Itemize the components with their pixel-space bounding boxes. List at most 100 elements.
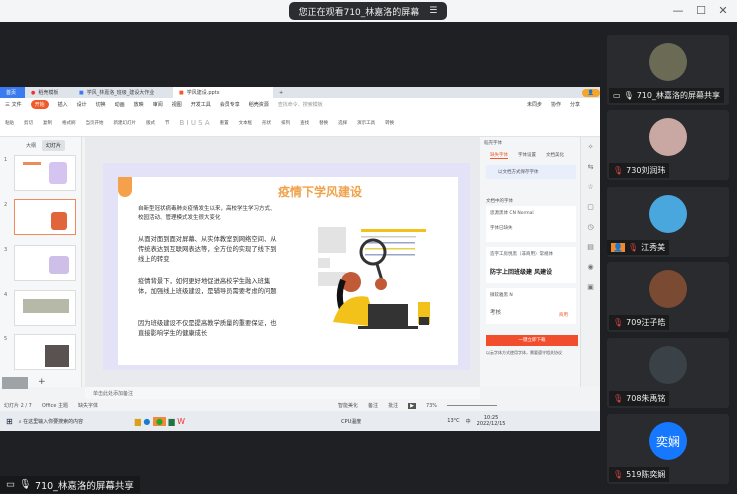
participant-tile[interactable]: 🎙 708朱禹铭 <box>607 338 729 408</box>
participant-tile[interactable]: ▭ 🎙 710_林嘉洛的屏幕共享 <box>607 35 729 105</box>
mic-muted-icon: 🎙 <box>613 166 624 175</box>
menu-icon[interactable]: ☰ <box>429 6 437 16</box>
theme-name: Office 主题 <box>41 403 69 409</box>
taskbar-app-icons[interactable]: ▆ ● ● ▆ W <box>135 416 185 426</box>
add-slide-button[interactable]: + <box>38 377 46 387</box>
slide-paragraph[interactable]: 从面对面到面对屏幕、从实体教室到网络空间、从传统表达到互联网表达等，全方位的实现… <box>138 235 278 265</box>
replace-button[interactable]: 替换 <box>319 120 328 126</box>
windows-start-icon[interactable]: ⊞ <box>6 417 13 426</box>
slide-thumbnail-selected[interactable] <box>14 199 76 235</box>
participant-tile[interactable]: 🎙 709汪子皓 <box>607 262 729 332</box>
menu-design[interactable]: 设计 <box>77 101 87 108</box>
avatar <box>649 118 687 156</box>
sharing-notice[interactable]: 您正在观看710_林嘉洛的屏幕 ☰ <box>289 2 447 20</box>
slides-tab[interactable]: 幻灯片 <box>42 140 66 151</box>
arrange-button[interactable]: 排列 <box>281 120 290 126</box>
menu-docer[interactable]: 稻壳资源 <box>249 101 269 108</box>
tab-pptx[interactable]: ■ 学风建设.pptx <box>173 87 273 98</box>
slide-paragraph[interactable]: 疫情背景下，如何更好地促进高校学生融入班集体，加强线上班级建设，是辅导员需要考虑… <box>138 277 278 297</box>
select-button[interactable]: 选择 <box>338 120 347 126</box>
cut-button[interactable]: 剪切 <box>24 120 33 126</box>
thumbnail-toggle[interactable] <box>2 377 28 389</box>
sync-status[interactable]: 未同步 <box>527 101 542 108</box>
font-item[interactable]: 微软雅黑 N 考核 商用 <box>486 288 576 324</box>
textbox-button[interactable]: 文本框 <box>239 120 253 126</box>
host-badge-icon: 👤 <box>611 243 625 252</box>
slide-paragraph[interactable]: 因为班级建设不仅是提高教学质量的重要保证，也直接影响学生的健康成长 <box>138 319 278 339</box>
menu-member[interactable]: 会员专享 <box>220 101 240 108</box>
new-slide-button[interactable]: 新建幻灯片 <box>114 120 137 126</box>
layout-button[interactable]: 版式 <box>146 120 155 126</box>
download-fonts-button[interactable]: 一键立即下载 <box>486 335 578 346</box>
tab-doc-beautify[interactable]: 文档美化 <box>546 152 564 158</box>
beautify-button[interactable]: 智能美化 <box>338 402 358 409</box>
copy-button[interactable]: 复制 <box>43 120 52 126</box>
status-bar: 幻灯片 2 / 7 Office 主题 缺失字体 智能美化 备注 批注 ▶ 73… <box>0 400 600 411</box>
slide-thumbnail[interactable] <box>14 245 76 281</box>
zoom-level[interactable]: 73% <box>426 403 437 409</box>
convert-button[interactable]: 转换 <box>385 120 394 126</box>
menu-transition[interactable]: 切换 <box>96 101 106 108</box>
menu-home[interactable]: 开始 <box>30 99 49 109</box>
illustration-magnifier-person <box>318 227 430 329</box>
font-item[interactable]: 造字工房悦黑（非商用）常规体 防字上回班级建 风建设 <box>486 247 576 283</box>
section-button[interactable]: 节 <box>165 120 170 126</box>
avatar <box>649 195 687 233</box>
zoom-slider[interactable] <box>447 405 498 406</box>
weather[interactable]: 13°C <box>447 418 459 424</box>
new-tab-button[interactable]: + <box>273 87 289 98</box>
menu-slideshow[interactable]: 放映 <box>134 101 144 108</box>
collaborate-button[interactable]: 协作 <box>551 101 561 108</box>
font-bold-italic[interactable]: B I U S A <box>180 119 210 127</box>
outline-tab[interactable]: 大纲 <box>26 142 36 149</box>
missing-font-link[interactable]: 缺失字体 <box>78 402 98 409</box>
maximize-button[interactable]: ☐ <box>693 4 709 17</box>
notes-toggle[interactable]: 备注 <box>368 402 378 409</box>
slide-paragraph[interactable]: 自新型冠状病毒肺炎疫情发生以来，高校学生学习方式、校园活动、管理模式发生很大变化 <box>138 205 278 223</box>
menu-developer[interactable]: 开发工具 <box>191 101 211 108</box>
sharing-notice-text: 您正在观看710_林嘉洛的屏幕 <box>298 7 420 18</box>
menu-insert[interactable]: 插入 <box>58 101 68 108</box>
comments-toggle[interactable]: 批注 <box>388 402 398 409</box>
menu-file[interactable]: 三 文件 <box>5 101 22 108</box>
menu-review[interactable]: 审阅 <box>153 101 163 108</box>
tab-font-settings[interactable]: 字体设置 <box>518 152 536 158</box>
tab-document[interactable]: ■ 学风_林嘉洛_班级_建设大作业 <box>73 87 173 98</box>
tab-missing-fonts[interactable]: 缺失字体 <box>490 152 508 159</box>
font-item[interactable]: 思源黑体 CN Normal 字体已缺失 <box>486 206 576 242</box>
shape-button[interactable]: 形状 <box>262 120 271 126</box>
participant-tile[interactable]: 🎙 730刘润玮 <box>607 110 729 180</box>
play-from-current-button[interactable]: 当页开始 <box>86 120 104 126</box>
slide-thumbnail[interactable] <box>14 334 76 370</box>
paste-button[interactable]: 粘贴 <box>5 120 14 126</box>
slide-thumbnail[interactable] <box>14 290 76 326</box>
close-button[interactable]: ✕ <box>715 4 731 17</box>
slide-canvas[interactable]: 疫情下学风建设 自新型冠状病毒肺炎疫情发生以来，高校学生学习方式、校园活动、管理… <box>103 163 470 370</box>
menu-animation[interactable]: 动画 <box>115 101 125 108</box>
command-search[interactable]: 查找命令、搜索模板 <box>278 101 323 108</box>
tab-home[interactable]: 首页 <box>0 87 25 98</box>
reset-button[interactable]: 重置 <box>220 120 229 126</box>
login-button[interactable]: 👤 <box>581 88 600 97</box>
search-box[interactable]: ⌕ 在这里输入你要搜索的内容 <box>19 418 129 425</box>
participant-tile[interactable]: 奕娴 🎙 519陈奕娴 <box>607 414 729 484</box>
ime-indicator[interactable]: 中 <box>466 418 471 425</box>
participant-label: ▭ 🎙 710_林嘉洛的屏幕共享 <box>609 88 724 103</box>
tab-templates[interactable]: ● 稻壳模板 <box>25 87 73 98</box>
participant-tile[interactable]: 👤 🎙 江秀美 <box>607 187 729 257</box>
side-tool-icons[interactable]: ✧ ⇆ ☆ ▢ ◷ ▤ ◉ ▣ <box>581 137 600 297</box>
menu-view[interactable]: 视图 <box>172 101 182 108</box>
play-icon[interactable]: ▶ <box>408 402 416 409</box>
clock[interactable]: 10:25 2022/12/15 <box>477 415 506 427</box>
title-bar: 您正在观看710_林嘉洛的屏幕 ☰ — ☐ ✕ <box>0 0 737 22</box>
slide-thumbnail[interactable] <box>14 155 76 191</box>
slide-title[interactable]: 疫情下学风建设 <box>278 183 362 200</box>
notes-field[interactable]: 单击此处添加备注 <box>85 387 480 399</box>
find-button[interactable]: 查找 <box>300 120 309 126</box>
format-painter-button[interactable]: 格式刷 <box>62 120 76 126</box>
share-button[interactable]: 分享 <box>570 101 580 108</box>
slide-editor: 疫情下学风建设 自新型冠状病毒肺炎疫情发生以来，高校学生学习方式、校园活动、管理… <box>85 137 480 387</box>
minimize-button[interactable]: — <box>670 4 686 17</box>
app-tab-bar: 首页 ● 稻壳模板 ■ 学风_林嘉洛_班级_建设大作业 ■ 学风建设.pptx + 👤 <box>0 87 600 98</box>
presenter-tools-button[interactable]: 演示工具 <box>357 120 375 126</box>
